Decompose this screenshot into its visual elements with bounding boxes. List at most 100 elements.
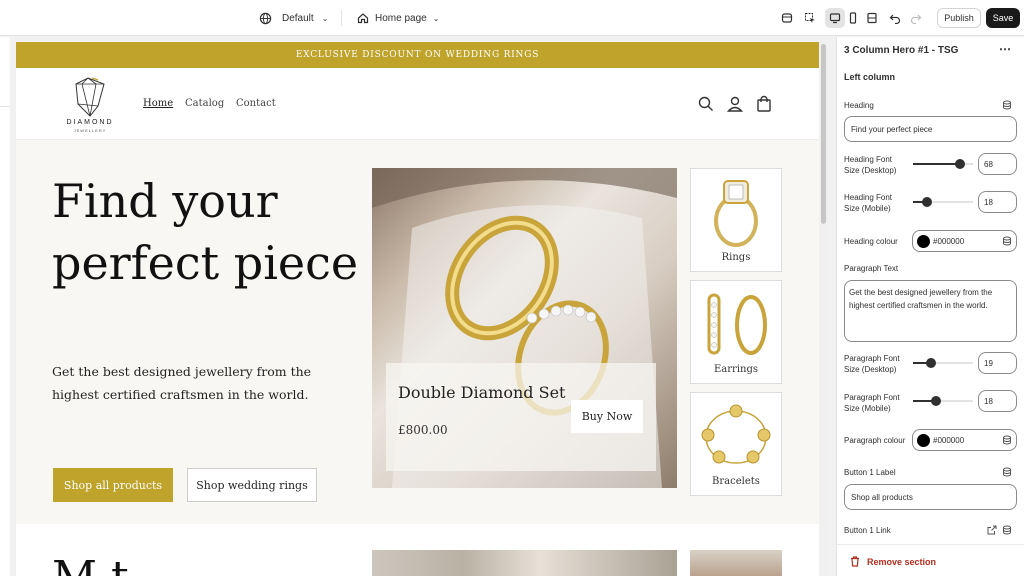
settings-panel: 3 Column Hero #1 - TSG ⋯ Left column Hea… bbox=[836, 37, 1024, 576]
next-section-heading: M t bbox=[52, 552, 129, 576]
publish-button[interactable]: Publish bbox=[937, 8, 981, 28]
label-line: Paragraph Font bbox=[844, 393, 900, 402]
theme-selector[interactable]: Default ⌄ bbox=[259, 0, 328, 36]
hero-paragraph: Get the best designed jewellery from the… bbox=[52, 364, 312, 402]
paragraph-font-mobile-input[interactable]: 18 bbox=[978, 390, 1017, 412]
dynamic-source-icon[interactable] bbox=[1002, 525, 1012, 535]
heading-font-mobile-input[interactable]: 18 bbox=[978, 191, 1017, 213]
label-line: Heading Font bbox=[844, 155, 893, 164]
trash-icon bbox=[851, 556, 859, 567]
paragraph-text-label: Paragraph Text bbox=[844, 264, 899, 273]
label-line: Size (Mobile) bbox=[844, 204, 891, 213]
save-button[interactable]: Save bbox=[986, 8, 1020, 28]
chevron-down-icon: ⌄ bbox=[321, 13, 329, 23]
paragraph-font-desktop-input[interactable]: 19 bbox=[978, 352, 1017, 374]
logo-name: DIAMOND bbox=[66, 119, 114, 126]
hero-section: Find your perfect piece Get the best des… bbox=[16, 140, 819, 524]
heading-label: Heading bbox=[844, 101, 874, 110]
label-line: Size (Desktop) bbox=[844, 365, 897, 374]
editor-topbar: Default ⌄ Home page ⌄ Publish Save bbox=[0, 0, 1024, 36]
slider-fill bbox=[913, 163, 960, 165]
paragraph-colour-label: Paragraph colour bbox=[844, 436, 906, 445]
paragraph-font-desktop-slider[interactable] bbox=[913, 357, 973, 369]
dynamic-source-icon[interactable] bbox=[1002, 100, 1012, 110]
paragraph-text-input[interactable]: Get the best designed jewellery from the… bbox=[844, 280, 1017, 342]
panel-title: 3 Column Hero #1 - TSG bbox=[844, 45, 959, 56]
colour-value: #000000 bbox=[933, 236, 965, 246]
redo-icon[interactable] bbox=[906, 8, 926, 28]
heading-input[interactable]: Find your perfect piece bbox=[844, 116, 1017, 142]
nav-catalog[interactable]: Catalog bbox=[185, 98, 224, 109]
hero-heading-line: Find your bbox=[52, 174, 278, 228]
left-sidebar bbox=[0, 37, 10, 576]
hero-heading: Find your perfect piece bbox=[52, 170, 372, 294]
search-icon[interactable] bbox=[697, 95, 715, 113]
dynamic-source-icon[interactable] bbox=[1002, 236, 1012, 246]
feature-price: £800.00 bbox=[398, 423, 448, 437]
thumb-earrings[interactable]: Earrings bbox=[690, 280, 782, 384]
heading-font-desktop-input[interactable]: 68 bbox=[978, 153, 1017, 175]
dynamic-source-icon[interactable] bbox=[1002, 467, 1012, 477]
slider-knob[interactable] bbox=[930, 396, 941, 406]
scrollbar-thumb[interactable] bbox=[821, 44, 826, 224]
fullscreen-icon[interactable] bbox=[862, 8, 882, 28]
colour-swatch[interactable] bbox=[917, 433, 930, 447]
heading-font-mobile-slider[interactable] bbox=[913, 196, 973, 208]
earrings-image bbox=[707, 293, 767, 355]
slider-knob[interactable] bbox=[954, 159, 965, 169]
remove-section-button[interactable]: Remove section bbox=[837, 544, 1024, 576]
next-section: M t bbox=[16, 524, 819, 576]
store-logo[interactable]: DIAMOND JEWELLERY bbox=[58, 76, 122, 134]
mobile-view-icon[interactable] bbox=[843, 8, 863, 28]
diamond-logo-icon bbox=[75, 77, 105, 117]
buy-now-button[interactable]: Buy Now bbox=[571, 400, 643, 433]
preview-scrollbar[interactable] bbox=[820, 42, 828, 576]
inspector-icon[interactable] bbox=[800, 8, 820, 28]
button1-label-label: Button 1 Label bbox=[844, 468, 896, 477]
dynamic-source-icon[interactable] bbox=[1002, 435, 1012, 445]
ring-image bbox=[714, 180, 758, 247]
button1-link-label: Button 1 Link bbox=[844, 526, 891, 535]
more-options-icon[interactable]: ⋯ bbox=[999, 42, 1011, 56]
divider bbox=[0, 106, 10, 107]
bracelet-image bbox=[701, 404, 771, 464]
feature-overlay: Double Diamond Set £800.00 Buy Now bbox=[386, 363, 656, 471]
store-preview: EXCLUSIVE DISCOUNT ON WEDDING RINGS DIAM… bbox=[16, 42, 819, 576]
feature-title: Double Diamond Set bbox=[398, 383, 566, 402]
globe-icon bbox=[259, 12, 272, 24]
announcement-bar[interactable]: EXCLUSIVE DISCOUNT ON WEDDING RINGS bbox=[16, 42, 819, 68]
shop-wedding-rings-button[interactable]: Shop wedding rings bbox=[187, 468, 317, 502]
app-embed-icon[interactable] bbox=[777, 8, 797, 28]
shop-all-button[interactable]: Shop all products bbox=[53, 468, 173, 502]
nav-contact[interactable]: Contact bbox=[236, 98, 276, 109]
slider-knob[interactable] bbox=[922, 197, 933, 207]
next-section-image bbox=[372, 550, 677, 576]
page-selector[interactable]: Home page ⌄ bbox=[357, 0, 439, 36]
thumb-label: Earrings bbox=[714, 364, 758, 375]
cart-icon[interactable] bbox=[755, 95, 773, 113]
undo-icon[interactable] bbox=[885, 8, 905, 28]
panel-subheading: Left column bbox=[844, 72, 895, 82]
heading-font-desktop-slider[interactable] bbox=[913, 158, 973, 170]
paragraph-font-mobile-label: Paragraph Font Size (Mobile) bbox=[844, 392, 900, 414]
colour-swatch[interactable] bbox=[917, 234, 930, 248]
paragraph-font-mobile-slider[interactable] bbox=[913, 395, 973, 407]
feature-image: Double Diamond Set £800.00 Buy Now bbox=[372, 168, 677, 488]
slider-knob[interactable] bbox=[926, 358, 936, 368]
remove-section-label: Remove section bbox=[867, 557, 937, 567]
thumb-bracelets[interactable]: Bracelets bbox=[690, 392, 782, 496]
divider bbox=[341, 10, 342, 26]
button1-label-input[interactable]: Shop all products bbox=[844, 484, 1017, 510]
paragraph-font-desktop-label: Paragraph Font Size (Desktop) bbox=[844, 353, 900, 375]
desktop-view-icon[interactable] bbox=[825, 8, 845, 28]
heading-font-mobile-label: Heading Font Size (Mobile) bbox=[844, 192, 892, 214]
label-line: Paragraph Font bbox=[844, 354, 900, 363]
thumb-label: Rings bbox=[721, 252, 751, 263]
thumb-rings[interactable]: Rings bbox=[690, 168, 782, 272]
label-line: Size (Desktop) bbox=[844, 166, 897, 175]
next-section-thumb bbox=[690, 550, 782, 576]
nav-home[interactable]: Home bbox=[143, 98, 173, 109]
theme-label: Default bbox=[282, 12, 314, 24]
account-icon[interactable] bbox=[726, 95, 744, 113]
external-link-icon[interactable] bbox=[987, 525, 997, 535]
